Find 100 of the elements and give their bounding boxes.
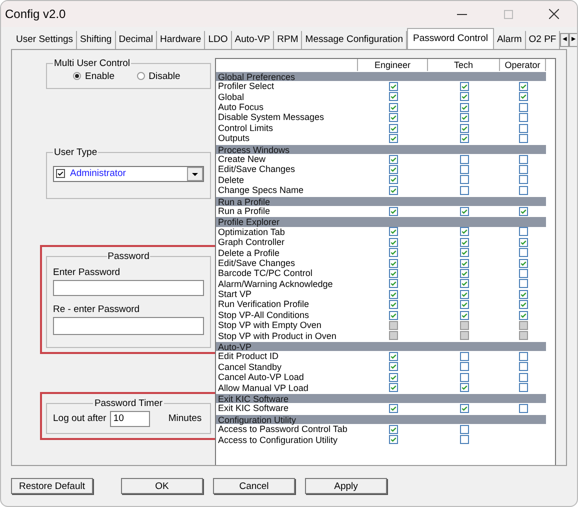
checkbox[interactable] xyxy=(388,404,398,414)
checkbox[interactable] xyxy=(518,300,528,310)
checkbox[interactable] xyxy=(518,383,528,392)
checkbox[interactable] xyxy=(388,92,398,102)
checkbox[interactable] xyxy=(388,186,398,195)
checkbox[interactable] xyxy=(460,258,468,268)
checkbox[interactable] xyxy=(518,92,528,102)
tab[interactable]: Password Control xyxy=(406,28,494,49)
checkbox[interactable] xyxy=(460,248,468,258)
checkbox[interactable] xyxy=(388,352,398,362)
checkbox[interactable] xyxy=(460,82,468,91)
checkbox[interactable] xyxy=(388,113,398,122)
checkbox[interactable] xyxy=(518,279,528,288)
checkbox[interactable] xyxy=(518,186,528,195)
checkbox[interactable] xyxy=(388,134,398,143)
close-icon[interactable] xyxy=(549,9,559,19)
checkbox[interactable] xyxy=(460,300,468,310)
checkbox[interactable] xyxy=(388,290,398,299)
checkbox[interactable] xyxy=(460,383,468,392)
checkbox[interactable] xyxy=(518,82,528,91)
checkbox[interactable] xyxy=(460,362,468,372)
checkbox[interactable] xyxy=(518,362,528,372)
row-label: Access to Password Control Tab xyxy=(217,424,348,435)
checkbox[interactable] xyxy=(388,154,398,164)
checkbox[interactable] xyxy=(460,290,468,299)
checkbox[interactable] xyxy=(460,352,468,362)
checkbox[interactable] xyxy=(460,175,468,184)
checkbox[interactable] xyxy=(388,124,398,132)
checkbox[interactable] xyxy=(460,310,468,320)
user-type-dropdown[interactable]: Administrator xyxy=(53,166,204,182)
checkbox[interactable] xyxy=(518,227,528,236)
checkbox[interactable] xyxy=(460,134,468,143)
checkbox[interactable] xyxy=(460,206,468,216)
row-label: Exit KIC Software xyxy=(217,403,290,414)
checkbox[interactable] xyxy=(460,424,468,434)
checkbox[interactable] xyxy=(518,102,528,112)
row-label: Run a Profile xyxy=(217,206,272,216)
radio-option[interactable]: Enable xyxy=(73,70,115,82)
radio-icon[interactable] xyxy=(73,72,81,80)
checkbox[interactable] xyxy=(388,435,398,444)
checkbox[interactable] xyxy=(388,165,398,174)
checkbox[interactable] xyxy=(518,175,528,184)
tab[interactable]: Auto-VP xyxy=(232,30,274,49)
checkbox[interactable] xyxy=(518,268,528,278)
checkbox[interactable] xyxy=(388,102,398,112)
radio-option[interactable]: Disable xyxy=(136,70,180,82)
radio-icon[interactable] xyxy=(136,72,145,80)
checkbox[interactable] xyxy=(518,248,528,258)
dialog-button[interactable]: OK xyxy=(121,478,203,494)
checkbox[interactable] xyxy=(518,134,528,143)
checkbox[interactable] xyxy=(518,165,528,174)
checkbox[interactable] xyxy=(460,238,468,247)
checkbox[interactable] xyxy=(388,383,398,392)
checkbox[interactable] xyxy=(388,82,398,91)
checkbox[interactable] xyxy=(518,206,528,216)
checkbox[interactable] xyxy=(388,258,398,268)
password-field[interactable] xyxy=(53,280,204,296)
restore-default-button[interactable]: Restore Default xyxy=(11,478,93,494)
checkbox[interactable] xyxy=(518,404,528,414)
password-field[interactable] xyxy=(53,316,204,335)
checkbox[interactable] xyxy=(388,424,398,434)
checkbox[interactable] xyxy=(460,165,468,174)
checkbox[interactable] xyxy=(518,113,528,122)
checkbox[interactable] xyxy=(460,186,468,195)
checkbox[interactable] xyxy=(460,102,468,112)
checkbox[interactable] xyxy=(460,279,468,288)
checkbox[interactable] xyxy=(460,268,468,278)
checkbox[interactable] xyxy=(518,352,528,362)
checkbox[interactable] xyxy=(518,124,528,132)
checkbox[interactable] xyxy=(388,362,398,372)
checkbox[interactable] xyxy=(388,206,398,216)
checkbox[interactable] xyxy=(388,248,398,258)
checkbox[interactable] xyxy=(388,300,398,310)
dialog-button[interactable]: Cancel xyxy=(213,478,295,494)
row-label: Delete xyxy=(217,174,246,186)
checkbox[interactable] xyxy=(56,169,65,178)
checkbox[interactable] xyxy=(460,113,468,122)
checkbox[interactable] xyxy=(460,372,468,382)
checkbox[interactable] xyxy=(518,258,528,268)
checkbox[interactable] xyxy=(518,154,528,164)
checkbox[interactable] xyxy=(518,372,528,382)
checkbox[interactable] xyxy=(460,435,468,444)
checkbox[interactable] xyxy=(518,310,528,320)
checkbox[interactable] xyxy=(460,227,468,236)
timer-field[interactable]: 10 xyxy=(110,410,150,427)
checkbox[interactable] xyxy=(388,238,398,247)
dialog-button[interactable]: Apply xyxy=(305,478,387,494)
checkbox[interactable] xyxy=(388,279,398,288)
checkbox[interactable] xyxy=(388,227,398,236)
checkbox[interactable] xyxy=(388,268,398,278)
checkbox[interactable] xyxy=(518,290,528,299)
checkbox[interactable] xyxy=(460,404,468,414)
checkbox[interactable] xyxy=(518,238,528,247)
checkbox[interactable] xyxy=(460,124,468,132)
tab[interactable]: Shifting xyxy=(77,30,116,49)
checkbox[interactable] xyxy=(460,92,468,102)
checkbox[interactable] xyxy=(388,372,398,382)
checkbox[interactable] xyxy=(460,154,468,164)
checkbox[interactable] xyxy=(388,310,398,320)
checkbox[interactable] xyxy=(388,175,398,184)
